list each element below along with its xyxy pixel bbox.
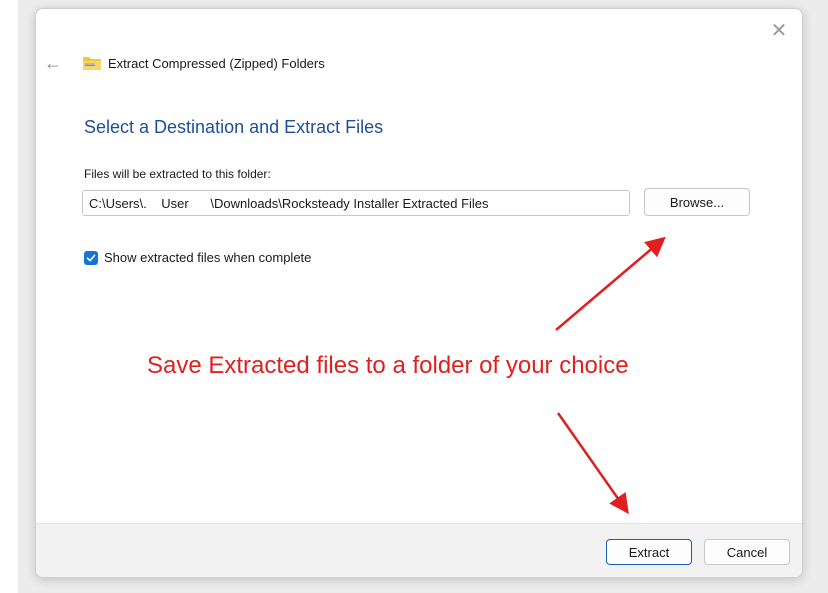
show-files-checkbox[interactable] [84,250,98,265]
destination-label: Files will be extracted to this folder: [84,167,271,181]
dialog-header: Extract Compressed (Zipped) Folders [82,55,325,71]
destination-path-input[interactable] [82,190,630,216]
checkmark-icon [86,254,96,261]
annotation-text: Save Extracted files to a folder of your… [147,352,629,379]
dialog-footer: Extract Cancel [36,523,802,577]
zip-folder-icon [83,57,101,70]
browse-button[interactable]: Browse... [644,188,750,216]
back-arrow-icon: ← [44,53,62,73]
back-button[interactable]: ← [44,53,64,73]
section-title: Select a Destination and Extract Files [84,117,384,137]
cancel-button[interactable]: Cancel [704,539,790,565]
checkbox-label: Show extracted files when complete [104,250,312,265]
close-icon: ✕ [770,19,788,42]
dialog-title: Extract Compressed (Zipped) Folders [108,55,325,71]
close-button[interactable]: ✕ [766,17,792,43]
extract-button[interactable]: Extract [606,539,692,565]
extract-dialog: ✕ ← Extract Compressed (Zipped) Folders … [35,8,803,578]
show-files-checkbox-row[interactable]: Show extracted files when complete [84,250,311,265]
